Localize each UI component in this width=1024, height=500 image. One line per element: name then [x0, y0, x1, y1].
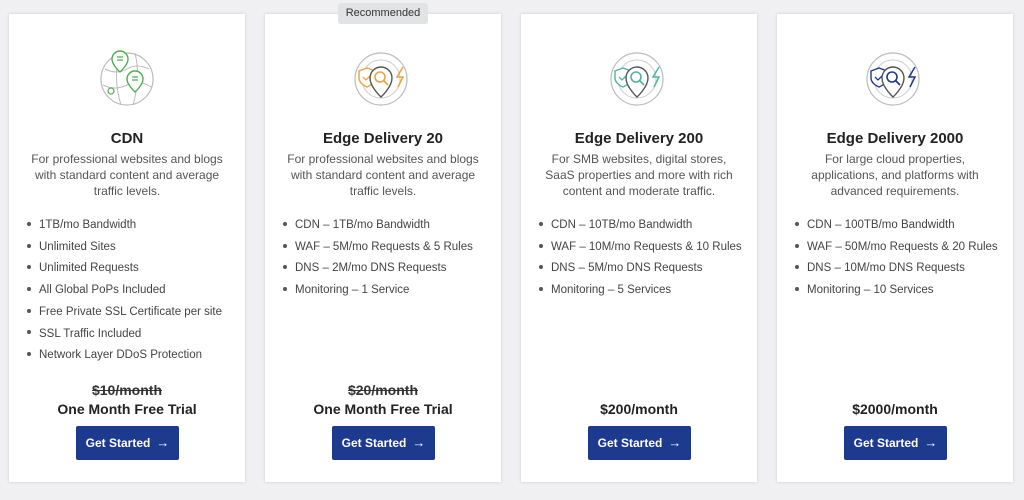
- plan-title: Edge Delivery 2000: [826, 130, 964, 147]
- feature-item: Unlimited Requests: [27, 258, 239, 280]
- feature-item: Monitoring – 1 Service: [283, 280, 495, 302]
- feature-item: DNS – 10M/mo DNS Requests: [795, 258, 1007, 280]
- feature-item: WAF – 50M/mo Requests & 20 Rules: [795, 237, 1007, 259]
- bullet-icon: [795, 265, 799, 270]
- bullet-icon: [283, 287, 287, 292]
- shield-search-bolt-icon: [354, 52, 408, 106]
- get-started-button[interactable]: Get Started →: [332, 426, 435, 460]
- plan-description: For professional websites and blogs with…: [31, 152, 223, 198]
- plan-price: One Month Free Trial: [57, 401, 197, 417]
- bullet-icon: [283, 221, 287, 226]
- feature-item: Unlimited Sites: [27, 237, 239, 259]
- bullet-icon: [795, 243, 799, 248]
- plan-price: One Month Free Trial: [313, 401, 453, 417]
- plan-price: $2000/month: [852, 401, 938, 417]
- bullet-icon: [27, 308, 31, 313]
- feature-item: Monitoring – 5 Services: [539, 280, 751, 302]
- bullet-icon: [539, 243, 543, 248]
- plan-title: CDN: [110, 130, 144, 147]
- feature-list: CDN – 100TB/mo Bandwidth WAF – 50M/mo Re…: [795, 215, 1007, 302]
- plan-title: Edge Delivery 200: [574, 130, 704, 147]
- bullet-icon: [539, 265, 543, 270]
- feature-item: DNS – 2M/mo DNS Requests: [283, 258, 495, 280]
- get-started-button[interactable]: Get Started →: [844, 426, 947, 460]
- feature-item: Network Layer DDoS Protection: [27, 345, 239, 367]
- bullet-icon: [283, 243, 287, 248]
- plan-title: Edge Delivery 20: [322, 130, 444, 147]
- feature-item: Free Private SSL Certificate per site: [27, 302, 239, 324]
- feature-list: CDN – 1TB/mo Bandwidth WAF – 5M/mo Reque…: [283, 215, 495, 302]
- bullet-icon: [795, 221, 799, 226]
- get-started-button[interactable]: Get Started →: [588, 426, 691, 460]
- feature-item: CDN – 100TB/mo Bandwidth: [795, 215, 1007, 237]
- old-price: $10/month: [91, 382, 162, 398]
- feature-item: WAF – 10M/mo Requests & 10 Rules: [539, 237, 751, 259]
- arrow-right-icon: →: [412, 435, 426, 450]
- bullet-icon: [27, 265, 31, 270]
- bullet-icon: [539, 221, 543, 226]
- shield-search-bolt-icon: [866, 52, 920, 106]
- arrow-right-icon: →: [156, 435, 170, 450]
- old-price: $20/month: [347, 382, 418, 398]
- feature-item: CDN – 10TB/mo Bandwidth: [539, 215, 751, 237]
- bullet-icon: [283, 265, 287, 270]
- feature-list: CDN – 10TB/mo Bandwidth WAF – 10M/mo Req…: [539, 215, 751, 302]
- arrow-right-icon: →: [924, 435, 938, 450]
- plan-description: For large cloud properties, applications…: [811, 152, 979, 198]
- feature-list: 1TB/mo Bandwidth Unlimited Sites Unlimit…: [27, 215, 239, 367]
- bullet-icon: [27, 221, 31, 226]
- feature-item: WAF – 5M/mo Requests & 5 Rules: [283, 237, 495, 259]
- bullet-icon: [539, 287, 543, 292]
- recommended-badge: Recommended: [338, 3, 428, 24]
- bullet-icon: [795, 287, 799, 292]
- bullet-icon: [27, 287, 31, 292]
- arrow-right-icon: →: [668, 435, 682, 450]
- feature-item: CDN – 1TB/mo Bandwidth: [283, 215, 495, 237]
- plan-price: $200/month: [600, 401, 678, 417]
- map-pin-globe-icon: [100, 50, 154, 106]
- plan-card-cdn: CDN For professional websites and blogs …: [9, 14, 245, 482]
- feature-item: SSL Traffic Included: [27, 324, 239, 346]
- feature-item: DNS – 5M/mo DNS Requests: [539, 258, 751, 280]
- feature-item: Monitoring – 10 Services: [795, 280, 1007, 302]
- plan-card-edge-delivery-200: Edge Delivery 200 For SMB websites, digi…: [521, 14, 757, 482]
- feature-item: All Global PoPs Included: [27, 280, 239, 302]
- plan-card-edge-delivery-20: Edge Delivery 20 For professional websit…: [265, 14, 501, 482]
- plan-card-edge-delivery-2000: Edge Delivery 2000 For large cloud prope…: [777, 14, 1013, 482]
- bullet-icon: [27, 352, 31, 357]
- bullet-icon: [27, 330, 31, 335]
- plan-description: For professional websites and blogs with…: [287, 152, 479, 198]
- feature-item: 1TB/mo Bandwidth: [27, 215, 239, 237]
- bullet-icon: [27, 243, 31, 248]
- plan-description: For SMB websites, digital stores, SaaS p…: [545, 152, 733, 198]
- get-started-button[interactable]: Get Started →: [76, 426, 179, 460]
- shield-search-bolt-icon: [610, 52, 664, 106]
